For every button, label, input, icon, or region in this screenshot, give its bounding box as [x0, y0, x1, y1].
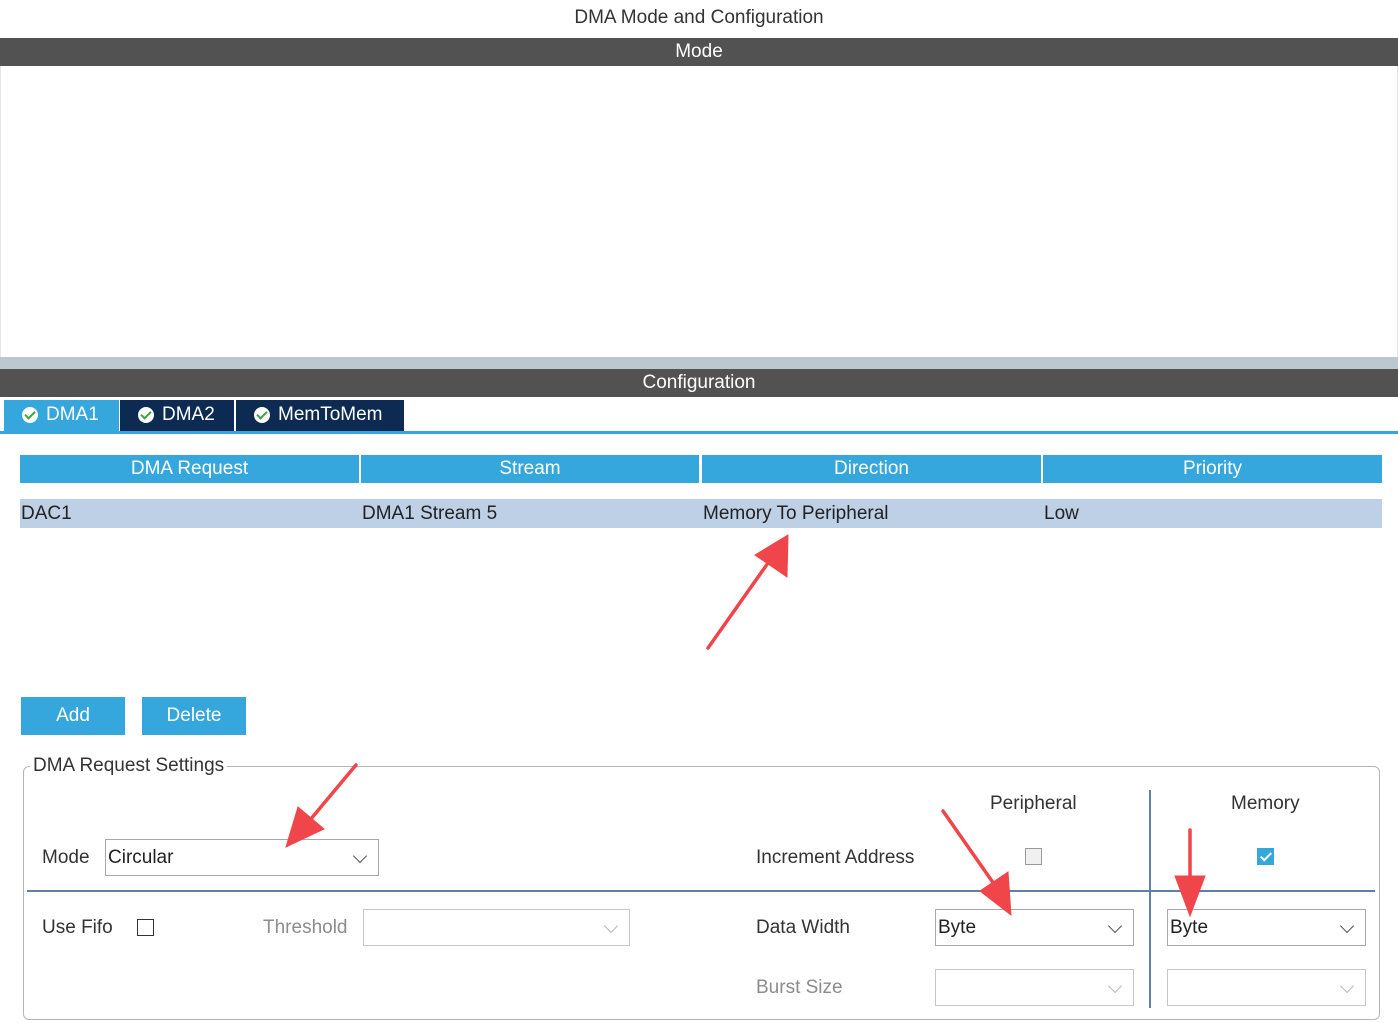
data-width-label: Data Width [756, 917, 850, 938]
settings-legend: DMA Request Settings [30, 754, 228, 778]
increment-address-label: Increment Address [756, 847, 915, 868]
settings-row-divider [27, 890, 1375, 892]
increment-memory-checkbox[interactable] [1257, 848, 1274, 865]
burst-size-memory-select[interactable] [1167, 969, 1366, 1006]
peripheral-column-header: Peripheral [990, 793, 1077, 814]
chevron-down-icon [1107, 978, 1123, 994]
chevron-down-icon [352, 848, 368, 864]
mode-section-header: Mode [0, 38, 1398, 66]
tab-underline [0, 431, 1398, 434]
page-title: DMA Mode and Configuration [574, 7, 824, 28]
burst-size-peripheral-select[interactable] [935, 969, 1134, 1006]
mode-label: Mode [42, 847, 90, 868]
delete-button[interactable]: Delete [142, 697, 246, 735]
mode-select[interactable]: Circular [105, 839, 379, 876]
cell-direction: Memory To Peripheral [703, 503, 889, 524]
cell-priority: Low [1044, 503, 1079, 524]
chevron-down-icon [603, 918, 619, 934]
use-fifo-checkbox[interactable] [137, 919, 154, 936]
data-width-memory-value: Byte [1170, 917, 1209, 938]
tab-label: DMA1 [46, 404, 99, 425]
arrow-annotation-icon [706, 534, 789, 650]
tab-label: MemToMem [278, 404, 383, 425]
chevron-down-icon [1339, 978, 1355, 994]
memory-column-header: Memory [1231, 793, 1300, 814]
data-width-peripheral-value: Byte [938, 917, 977, 938]
threshold-select[interactable] [363, 909, 630, 946]
chevron-down-icon [1339, 918, 1355, 934]
column-header-stream[interactable]: Stream [361, 455, 699, 483]
mode-select-value: Circular [108, 847, 174, 868]
panel-splitter[interactable] [0, 357, 1398, 369]
burst-size-label: Burst Size [756, 977, 843, 998]
cell-dma-request: DAC1 [21, 503, 72, 524]
data-width-peripheral-select[interactable]: Byte [935, 909, 1134, 946]
increment-peripheral-checkbox[interactable] [1025, 848, 1042, 865]
mode-panel [0, 66, 1398, 357]
threshold-label: Threshold [263, 917, 348, 938]
column-header-dma-request[interactable]: DMA Request [20, 455, 359, 483]
column-header-priority[interactable]: Priority [1043, 455, 1382, 483]
column-header-direction[interactable]: Direction [702, 455, 1041, 483]
data-width-memory-select[interactable]: Byte [1167, 909, 1366, 946]
tab-label: DMA2 [162, 404, 215, 425]
add-button[interactable]: Add [21, 697, 125, 735]
tab-dma2[interactable]: DMA2 [120, 400, 234, 432]
check-circle-icon [138, 407, 154, 423]
check-circle-icon [22, 407, 38, 423]
cell-stream: DMA1 Stream 5 [362, 503, 498, 524]
configuration-section-header: Configuration [0, 369, 1398, 397]
use-fifo-label: Use Fifo [42, 917, 113, 938]
settings-column-divider [1149, 790, 1151, 1008]
tab-dma1[interactable]: DMA1 [4, 400, 119, 432]
chevron-down-icon [1107, 918, 1123, 934]
tab-memtomem[interactable]: MemToMem [236, 400, 404, 432]
check-circle-icon [254, 407, 270, 423]
